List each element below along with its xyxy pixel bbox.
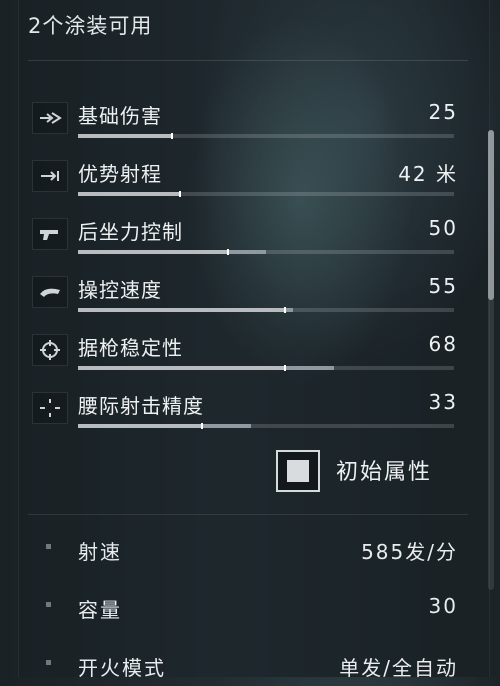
header-divider [28, 60, 468, 61]
attr-row-fire-rate: 射速 585发/分 [28, 530, 458, 570]
stat-bar-extension [228, 250, 266, 254]
range-arrow-icon [32, 160, 68, 192]
scrollbar-thumb[interactable] [488, 130, 494, 300]
handling-speed-icon [32, 276, 68, 308]
stat-bar-marker [201, 423, 203, 429]
stat-bar [78, 307, 454, 313]
stat-bar [78, 133, 454, 139]
scrollbar[interactable] [488, 130, 494, 590]
stat-bar-marker [284, 307, 286, 313]
section-divider [28, 514, 468, 515]
stat-bar-extension [285, 308, 293, 312]
stat-bar-fill [78, 308, 285, 312]
stat-row-range: 优势射程 42 米 [28, 154, 458, 204]
stat-label: 优势射程 [78, 162, 162, 186]
stat-bar-fill [78, 366, 285, 370]
stat-row-handling: 操控速度 55 [28, 270, 458, 320]
stat-bar [78, 191, 454, 197]
stat-value: 33 [428, 390, 458, 414]
pistol-recoil-icon [32, 218, 68, 250]
checkbox-fill [287, 460, 309, 482]
crosshair-stability-icon [32, 334, 68, 366]
stat-bar-fill [78, 424, 202, 428]
attr-label: 射速 [78, 540, 122, 564]
paint-available-title[interactable]: 2个涂装可用 [28, 10, 152, 40]
stat-bar-extension [285, 366, 334, 370]
bullet-icon [46, 602, 51, 607]
stat-value: 42 米 [398, 162, 458, 186]
stat-row-stability: 据枪稳定性 68 [28, 328, 458, 378]
bullet-icon [46, 660, 51, 665]
hipfire-reticle-icon [32, 392, 68, 424]
stat-bar-extension [202, 424, 251, 428]
attr-row-fire-mode: 开火模式 单发/全自动 [28, 646, 458, 686]
stat-bar-fill [78, 192, 180, 196]
bullet-icon [46, 544, 51, 549]
stat-value: 25 [428, 100, 458, 124]
stat-label: 据枪稳定性 [78, 336, 183, 360]
stat-bar-marker [284, 365, 286, 371]
attr-label: 容量 [78, 598, 122, 622]
attr-value: 30 [428, 594, 458, 618]
stat-label: 腰际射击精度 [78, 394, 204, 418]
stat-bar-marker [179, 191, 181, 197]
bullet-impact-icon [32, 102, 68, 134]
stat-label: 后坐力控制 [78, 220, 183, 244]
base-attributes-checkbox[interactable] [276, 450, 320, 492]
stat-bar-fill [78, 134, 172, 138]
stat-bar-fill [78, 250, 228, 254]
stat-bar-marker [171, 133, 173, 139]
attr-row-capacity: 容量 30 [28, 588, 458, 628]
stat-bar [78, 365, 454, 371]
stat-row-damage: 基础伤害 25 [28, 96, 458, 146]
stat-label: 基础伤害 [78, 104, 162, 128]
stat-value: 55 [428, 274, 458, 298]
stat-label: 操控速度 [78, 278, 162, 302]
attr-value: 585发/分 [361, 540, 458, 564]
stat-bar [78, 423, 454, 429]
stat-value: 50 [428, 216, 458, 240]
stat-value: 68 [428, 332, 458, 356]
base-attributes-label[interactable]: 初始属性 [336, 454, 432, 486]
stat-bar-marker [227, 249, 229, 255]
stat-bar [78, 249, 454, 255]
stat-row-recoil: 后坐力控制 50 [28, 212, 458, 262]
stat-row-hipfire: 腰际射击精度 33 [28, 386, 458, 436]
